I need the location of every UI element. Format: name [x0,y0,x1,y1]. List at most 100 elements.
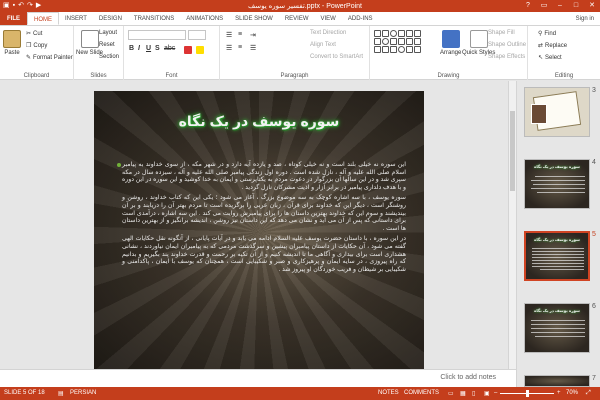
redo-icon[interactable]: ↷ [27,1,33,11]
paragraph-label: Paragraph [280,73,309,79]
clipboard-label: Clipboard [23,73,50,79]
slide-paragraph: سوره یوسف ، با سه اشاره کوچک به سه موضوع… [122,194,406,232]
present-icon[interactable]: ▶ [36,1,41,11]
thumbnail-line [531,328,585,329]
shadow-button[interactable]: S [155,45,160,52]
thumbnail-line [532,251,584,252]
shape-effects-button[interactable]: Shape Effects [488,54,525,60]
shapes-gallery[interactable] [374,30,421,60]
language-indicator[interactable]: PERSIAN [70,390,96,396]
thumbnail-line [532,257,584,258]
arrange-button[interactable]: Arrange [440,30,461,56]
sign-in-link[interactable]: Sign in [576,12,594,26]
slide-thumbnail-7[interactable] [524,375,590,387]
vertical-scrollbar[interactable] [508,81,516,379]
find-button[interactable]: ⚲ Find [538,30,556,38]
current-slide[interactable]: سوره یوسف در یک نگاه این سوره نه خیلی بل… [94,91,424,374]
zoom-slider-knob[interactable] [526,390,529,397]
restore-icon[interactable]: ▭ [536,0,552,12]
window-controls: ? ▭ – □ ✕ [520,0,600,12]
slide-title[interactable]: سوره یوسف در یک نگاه [94,113,424,130]
tab-view[interactable]: VIEW [315,12,342,25]
fit-slide-icon[interactable]: ⤢ [586,390,591,397]
highlight-icon[interactable] [196,46,204,54]
thumbnail-title: سوره یوسف در یک نگاه [534,237,580,242]
quick-access-toolbar: ▣ ▪ ↶ ↷ ▶ [0,1,41,11]
zoom-level[interactable]: 70% [566,390,578,396]
reading-view-icon[interactable]: ▯ [472,390,475,397]
slide-thumbnail-3[interactable] [524,87,590,137]
slide-thumbnail-5[interactable]: سوره یوسف در یک نگاه [524,231,590,281]
paste-button[interactable]: Paste [3,30,21,56]
tab-insert[interactable]: INSERT [59,12,93,25]
slide-sorter-icon[interactable]: ▦ [460,390,466,397]
layout-button[interactable]: Layout [99,30,117,36]
window-title: تفسیر سوره یوسف.pptx - PowerPoint [247,3,362,10]
zoom-in-button[interactable]: + [557,390,561,396]
thumbnail-line [532,248,584,249]
align-center-icon[interactable]: ≡ [238,44,242,51]
editing-group: ⚲ Find ⇄ Replace ↖ Select Editing [528,26,600,80]
align-right-icon[interactable]: ☰ [250,44,256,52]
cut-button[interactable]: ✂ Cut [26,30,42,38]
tab-add-ins[interactable]: ADD-INS [342,12,379,25]
tab-review[interactable]: REVIEW [279,12,315,25]
font-color-icon[interactable] [184,46,192,54]
scroll-thumb[interactable] [510,111,515,191]
font-size-box[interactable] [188,30,206,40]
copy-button[interactable]: ❐ Copy [26,42,47,50]
tab-file[interactable]: FILE [0,12,27,25]
indent-icon[interactable]: ⇥ [250,31,256,39]
editing-label: Editing [554,73,574,79]
clipboard-group: Paste ✂ Cut ❐ Copy ✎ Format Painter Clipboa… [0,26,74,80]
align-left-icon[interactable]: ☰ [226,44,232,52]
reset-button[interactable]: Reset [99,42,115,48]
slide-thumbnail-6[interactable]: سوره یوسف در یک نگاه [524,303,590,353]
tab-animations[interactable]: ANIMATIONS [180,12,229,25]
numbering-icon[interactable]: ≡ [238,31,242,38]
zoom-out-button[interactable]: – [494,390,497,396]
tab-design[interactable]: DESIGN [93,12,128,25]
bold-button[interactable]: B [129,45,134,52]
bullets-icon[interactable]: ☰ [226,31,232,39]
tab-home[interactable]: HOME [27,12,59,25]
normal-view-icon[interactable]: ▭ [448,390,454,397]
slide-thumbnail-4[interactable]: سوره یوسف در یک نگاه [524,159,590,209]
comments-button[interactable]: COMMENTS [404,390,439,396]
underline-button[interactable]: U [146,45,151,52]
close-icon[interactable]: ✕ [584,0,600,12]
drawing-group: Arrange Quick Styles Shape Fill Shape Ou… [370,26,528,80]
font-name-box[interactable] [128,30,186,40]
proofing-icon[interactable]: ▤ [58,390,64,397]
slideshow-icon[interactable]: ▣ [484,390,490,397]
save-icon[interactable]: ▪ [13,1,15,11]
notes-button[interactable]: NOTES [378,390,399,396]
select-button[interactable]: ↖ Select [538,54,562,62]
strikethrough-button[interactable]: abc [164,45,175,52]
undo-icon[interactable]: ↶ [18,1,24,11]
text-direction-button[interactable]: Text Direction [310,30,346,36]
shape-outline-button[interactable]: Shape Outline [488,42,526,48]
align-text-button[interactable]: Align Text [310,42,336,48]
tab-transitions[interactable]: TRANSITIONS [128,12,180,25]
thumbnail-line [531,324,585,325]
shape-fill-button[interactable]: Shape Fill [488,30,515,36]
title-bar: ▣ ▪ ↶ ↷ ▶ تفسیر سوره یوسف.pptx - PowerPo… [0,0,600,12]
italic-button[interactable]: I [138,45,140,52]
convert-smartart-button[interactable]: Convert to SmartArt [310,54,363,60]
section-button[interactable]: Section [99,54,119,60]
new-slide-icon [80,30,99,48]
notes-pane[interactable]: Click to add notes [0,369,516,387]
slide-paragraph: این سوره نه خیلی بلند است و نه خیلی کوتا… [122,161,406,191]
replace-button[interactable]: ⇄ Replace [538,42,567,50]
format-painter-button[interactable]: ✎ Format Painter [26,54,73,62]
minimize-icon[interactable]: – [552,0,568,12]
slide-thumbnails-pane: 3 4 سوره یوسف در یک نگاه 5 سوره یوسف در … [516,81,600,387]
slides-label: Slides [90,73,107,79]
thumbnail-image [531,104,547,124]
tab-slide-show[interactable]: SLIDE SHOW [229,12,279,25]
thumbnail-line [535,176,585,177]
maximize-icon[interactable]: □ [568,0,584,12]
slide-body-text[interactable]: این سوره نه خیلی بلند است و نه خیلی کوتا… [122,161,406,276]
help-icon[interactable]: ? [520,0,536,12]
